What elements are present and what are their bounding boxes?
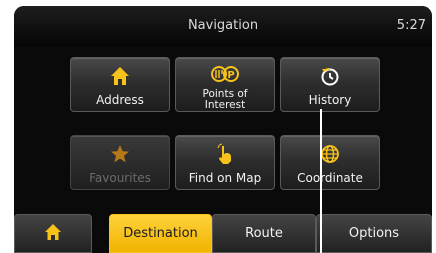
tab-home[interactable] [14, 214, 92, 253]
coordinate-label: Coordinate [297, 171, 363, 185]
address-button[interactable]: Address [70, 57, 170, 112]
points-of-interest-button[interactable]: P Points of Interest [175, 57, 275, 112]
find-on-map-label: Find on Map [188, 171, 262, 185]
tab-bar: Destination Route Options [14, 214, 432, 253]
coordinate-button[interactable]: Coordinate [280, 135, 380, 190]
home-icon [44, 223, 62, 245]
tab-route[interactable]: Route [212, 214, 316, 253]
favourites-label: Favourites [89, 171, 151, 185]
title-bar: Navigation 5:27 [14, 6, 432, 46]
poi-label-line2: Interest [204, 99, 246, 111]
address-label: Address [96, 93, 144, 107]
find-on-map-button[interactable]: Find on Map [175, 135, 275, 190]
tab-destination[interactable]: Destination [109, 214, 212, 253]
home-icon [71, 65, 169, 87]
navigation-screen: Navigation 5:27 Address P Points of Inte… [14, 6, 432, 253]
page-title: Navigation [187, 18, 259, 33]
svg-text:P: P [227, 70, 234, 81]
tab-options[interactable]: Options [316, 214, 432, 253]
star-icon [71, 143, 169, 165]
favourites-button[interactable]: Favourites [70, 135, 170, 190]
poi-icon: P [176, 65, 274, 87]
history-button[interactable]: History [280, 57, 380, 112]
history-icon [281, 65, 379, 87]
hand-pointer-icon [176, 143, 274, 165]
globe-icon [281, 143, 379, 165]
clock: 5:27 [396, 18, 426, 33]
pointer-line [320, 109, 322, 253]
history-label: History [308, 93, 352, 107]
poi-label: Points of Interest [176, 89, 274, 111]
